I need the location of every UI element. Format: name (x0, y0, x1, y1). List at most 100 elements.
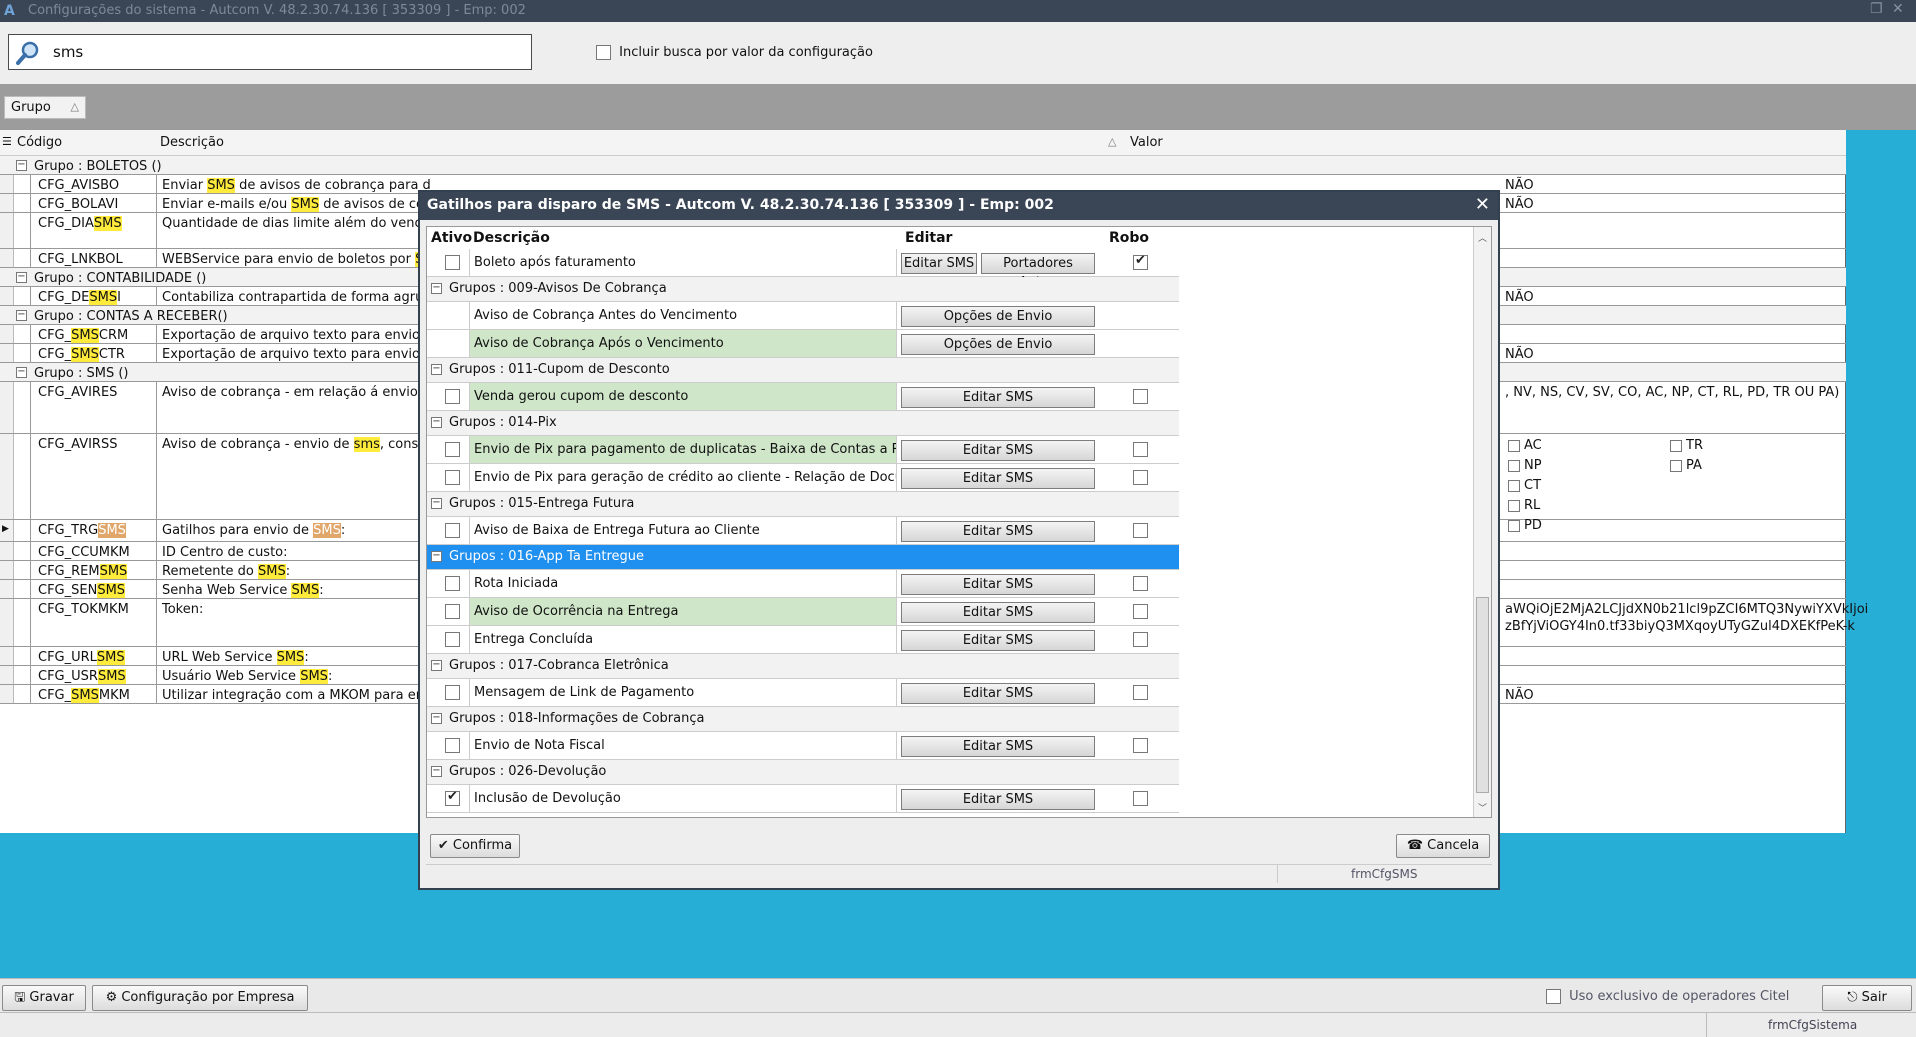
option-checkbox-ct[interactable]: CT (1508, 478, 1541, 493)
col-code[interactable]: Código (17, 135, 62, 150)
collapse-icon[interactable]: − (431, 498, 442, 509)
trigger-group-row[interactable]: − Grupos : 018-Informações de Cobrança (427, 707, 1179, 732)
edit-sms-button[interactable]: Editar SMS (901, 736, 1095, 757)
collapse-icon[interactable]: − (16, 367, 27, 378)
confirm-button[interactable]: ✔ Confirma (430, 834, 520, 858)
robo-checkbox[interactable] (1133, 791, 1148, 806)
edit-sms-button[interactable]: Editar SMS (901, 574, 1095, 595)
edit-sms-button[interactable]: Editar SMS (901, 440, 1095, 461)
restore-icon[interactable]: ❐ (1870, 1, 1883, 17)
edit-sms-button[interactable]: Editar SMS (901, 789, 1095, 810)
scroll-thumb[interactable] (1476, 597, 1489, 793)
robo-checkbox[interactable] (1133, 604, 1148, 619)
robo-checkbox[interactable] (1133, 523, 1148, 538)
scroll-up-icon[interactable]: ︿ (1478, 231, 1487, 244)
trigger-row[interactable]: Aviso de Cobrança Após o Vencimento Opçõe… (427, 330, 1179, 358)
robo-checkbox[interactable] (1133, 738, 1148, 753)
close-icon[interactable]: ✕ (1892, 1, 1904, 17)
trigger-row[interactable]: Envio de Nota Fiscal Editar SMS (427, 732, 1179, 760)
active-checkbox[interactable] (445, 523, 460, 538)
trigger-group-row[interactable]: − Grupos : 014-Pix (427, 411, 1179, 436)
robo-checkbox[interactable] (1133, 685, 1148, 700)
save-button[interactable]: 🖫 Gravar (2, 985, 86, 1011)
trigger-group-row[interactable]: − Grupos : 017-Cobranca Eletrônica (427, 654, 1179, 679)
active-checkbox[interactable] (445, 442, 460, 457)
config-value[interactable]: NÃO (1505, 197, 1534, 212)
collapse-icon[interactable]: − (431, 660, 442, 671)
robo-checkbox[interactable] (1133, 576, 1148, 591)
scroll-down-icon[interactable]: ﹀ (1478, 801, 1487, 814)
grid-menu-icon[interactable]: ☰ (2, 135, 12, 148)
include-value-checkbox[interactable] (596, 45, 611, 60)
robo-checkbox[interactable] (1133, 470, 1148, 485)
edit-sms-button[interactable]: Editar SMS (901, 468, 1095, 489)
collapse-icon[interactable]: − (16, 272, 27, 283)
edit-sms-button[interactable]: Editar SMS (901, 253, 977, 274)
trigger-group-row[interactable]: − Grupos : 015-Entrega Futura (427, 492, 1179, 517)
exclusive-option[interactable]: Uso exclusivo de operadores Citel (1546, 989, 1789, 1004)
trigger-group-row[interactable]: − Grupos : 016-App Ta Entregue (427, 545, 1179, 570)
collapse-icon[interactable]: − (431, 766, 442, 777)
collapse-icon[interactable]: − (431, 364, 442, 375)
active-checkbox[interactable] (445, 738, 460, 753)
collapse-icon[interactable]: − (431, 283, 442, 294)
config-value[interactable]: NÃO (1505, 178, 1534, 193)
exit-button[interactable]: ⎋ Sair (1822, 985, 1912, 1011)
edit-sms-button[interactable]: Editar SMS (901, 602, 1095, 623)
active-checkbox[interactable] (445, 255, 460, 270)
config-value[interactable]: aWQiOjE2MjA2LCJjdXN0b21lcl9pZCI6MTQ3Nywi… (1505, 602, 1868, 617)
trigger-row[interactable]: Venda gerou cupom de desconto Editar SMS (427, 383, 1179, 411)
col-value[interactable]: Valor (1130, 135, 1163, 150)
authorized-carriers-button[interactable]: Portadores Autor. (981, 253, 1095, 290)
config-value[interactable]: NÃO (1505, 347, 1534, 362)
option-checkbox-tr[interactable]: TR (1670, 438, 1703, 453)
trigger-row[interactable]: Aviso de Baixa de Entrega Futura ao Clie… (427, 517, 1179, 545)
active-checkbox[interactable] (445, 632, 460, 647)
collapse-icon[interactable]: − (431, 417, 442, 428)
config-value[interactable]: NÃO (1505, 290, 1534, 305)
robo-checkbox[interactable] (1133, 442, 1148, 457)
config-value[interactable]: NÃO (1505, 688, 1534, 703)
option-checkbox-ac[interactable]: AC (1508, 438, 1542, 453)
collapse-icon[interactable]: − (16, 310, 27, 321)
exclusive-checkbox[interactable] (1546, 989, 1561, 1004)
collapse-icon[interactable]: − (431, 551, 442, 562)
cancel-button[interactable]: ☎ Cancela (1396, 834, 1490, 858)
edit-sms-button[interactable]: Editar SMS (901, 387, 1095, 408)
trigger-row[interactable]: Aviso de Cobrança Antes do Vencimento Opç… (427, 302, 1179, 330)
active-checkbox[interactable] (445, 576, 460, 591)
option-checkbox-rl[interactable]: RL (1508, 498, 1540, 513)
trigger-row[interactable]: Entrega Concluída Editar SMS (427, 626, 1179, 654)
robo-checkbox[interactable] (1133, 253, 1148, 270)
dialog-close-icon[interactable]: ✕ (1475, 194, 1490, 215)
collapse-icon[interactable]: − (431, 713, 442, 724)
collapse-icon[interactable]: − (16, 160, 27, 171)
edit-sms-button[interactable]: Editar SMS (901, 521, 1095, 542)
trigger-row[interactable]: Aviso de Ocorrência na Entrega Editar SMS (427, 598, 1179, 626)
search-input[interactable]: sms (8, 34, 532, 70)
active-checkbox[interactable] (445, 470, 460, 485)
edit-sms-button[interactable]: Editar SMS (901, 683, 1095, 704)
dialog-scrollbar[interactable]: ︿ ﹀ (1473, 227, 1491, 817)
group-row[interactable]: − Grupo : BOLETOS () (0, 156, 1846, 175)
active-checkbox[interactable] (445, 604, 460, 619)
trigger-row[interactable]: Boleto após faturamento Editar SMS Portado… (427, 249, 1179, 290)
company-config-button[interactable]: ⚙ Configuração por Empresa (92, 985, 308, 1011)
active-checkbox[interactable] (445, 389, 460, 404)
active-checkbox[interactable] (445, 685, 460, 700)
trigger-group-row[interactable]: − Grupos : 009-Avisos De Cobrança (427, 277, 1179, 302)
trigger-row[interactable]: Envio de Pix para geração de crédito ao … (427, 464, 1179, 492)
trigger-group-row[interactable]: − Grupos : 026-Devolução (427, 760, 1179, 785)
edit-sms-button[interactable]: Editar SMS (901, 630, 1095, 651)
option-checkbox-pa[interactable]: PA (1670, 458, 1702, 473)
active-checkbox[interactable] (445, 789, 460, 806)
trigger-row[interactable]: Inclusão de DevoluçãoEditar SMS (427, 785, 1179, 813)
trigger-row[interactable]: Envio de Pix para pagamento de duplicata… (427, 436, 1179, 464)
group-chip[interactable]: Grupo △ (4, 96, 86, 119)
trigger-row[interactable]: Mensagem de Link de Pagamento Editar SMS (427, 679, 1179, 707)
col-desc[interactable]: Descrição (160, 135, 224, 150)
trigger-row[interactable]: Rota Iniciada Editar SMS (427, 570, 1179, 598)
config-value[interactable]: , NV, NS, CV, SV, CO, AC, NP, CT, RL, PD… (1505, 385, 1839, 400)
robo-checkbox[interactable] (1133, 389, 1148, 404)
trigger-group-row[interactable]: − Grupos : 011-Cupom de Desconto (427, 358, 1179, 383)
